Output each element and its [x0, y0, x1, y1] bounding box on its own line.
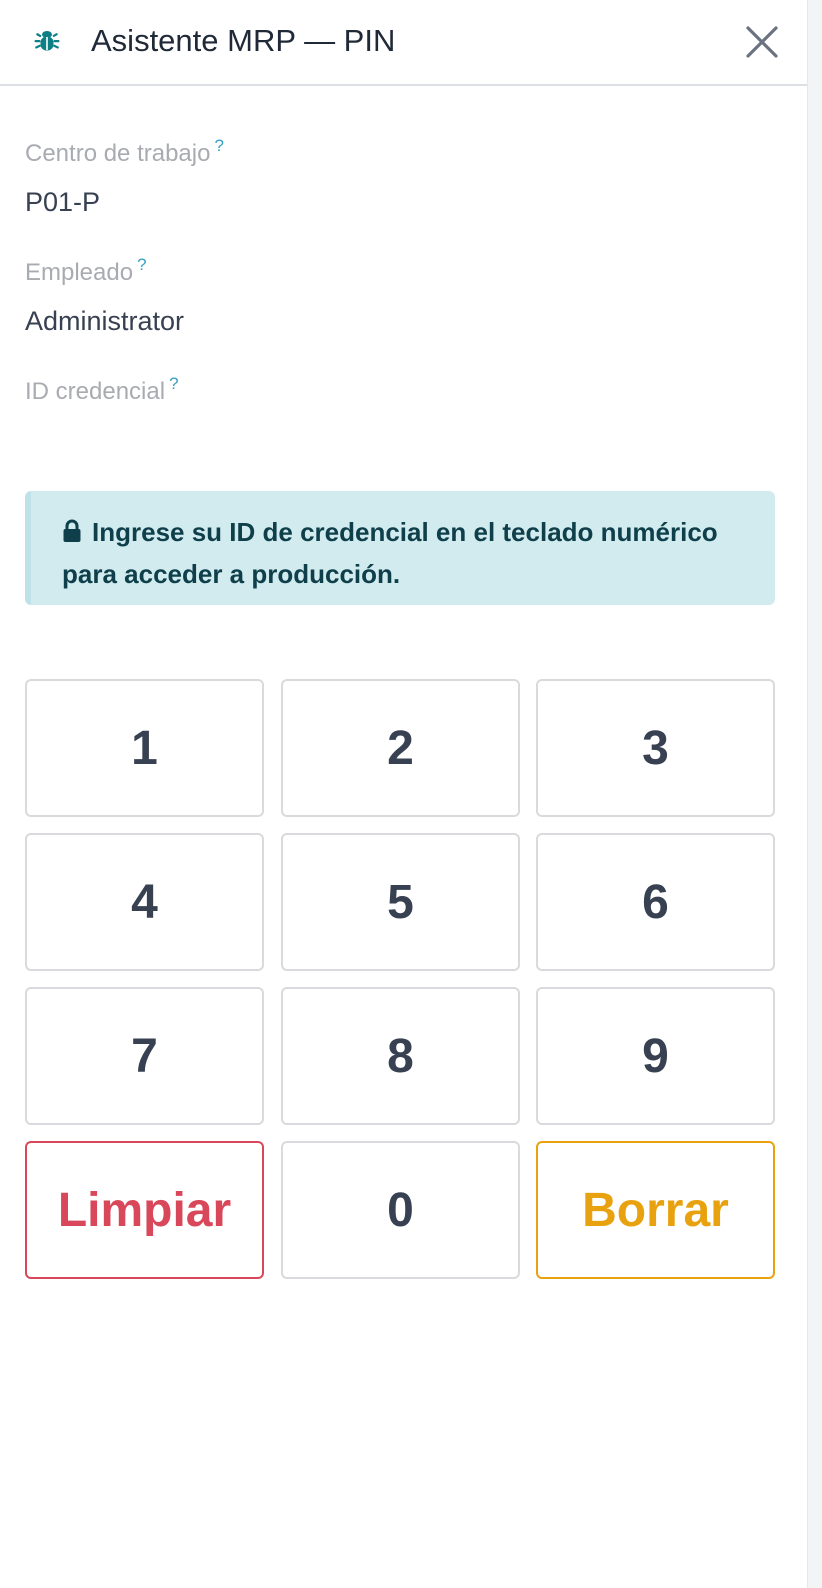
key-5[interactable]: 5	[281, 833, 520, 971]
alert-text: Ingrese su ID de credencial en el teclad…	[62, 517, 718, 589]
key-9[interactable]: 9	[536, 987, 775, 1125]
badge-label-text: ID credencial	[25, 378, 166, 405]
key-6[interactable]: 6	[536, 833, 775, 971]
alert-message: Ingrese su ID de credencial en el teclad…	[62, 511, 751, 595]
key-8[interactable]: 8	[281, 987, 520, 1125]
key-1[interactable]: 1	[25, 679, 264, 817]
bug-icon	[34, 31, 60, 51]
workcenter-label-text: Centro de trabajo	[25, 140, 211, 167]
panel-header: Asistente MRP — PIN	[0, 0, 808, 86]
scrollbar-track[interactable]	[807, 0, 822, 1588]
clear-button[interactable]: Limpiar	[25, 1141, 264, 1279]
key-7[interactable]: 7	[25, 987, 264, 1125]
employee-value: Administrator	[25, 306, 185, 336]
workcenter-help-icon[interactable]: ?	[214, 136, 223, 155]
key-3[interactable]: 3	[536, 679, 775, 817]
key-4[interactable]: 4	[25, 833, 264, 971]
info-alert: Ingrese su ID de credencial en el teclad…	[25, 491, 775, 605]
employee-label-text: Empleado	[25, 259, 134, 286]
workcenter-value: P01-P	[25, 187, 101, 217]
key-0[interactable]: 0	[281, 1141, 520, 1279]
mrp-pin-panel: Asistente MRP — PIN Centro de trabajo? P…	[0, 0, 808, 1588]
key-2[interactable]: 2	[281, 679, 520, 817]
close-icon[interactable]	[744, 24, 780, 60]
lock-icon	[63, 519, 81, 542]
employee-help-icon[interactable]: ?	[137, 255, 146, 274]
badge-help-icon[interactable]: ?	[169, 374, 178, 393]
badge-label: ID credencial?	[25, 374, 179, 407]
workcenter-label: Centro de trabajo?	[25, 136, 224, 169]
page-title: Asistente MRP — PIN	[91, 23, 396, 58]
backspace-button[interactable]: Borrar	[536, 1141, 775, 1279]
employee-label: Empleado?	[25, 255, 147, 288]
